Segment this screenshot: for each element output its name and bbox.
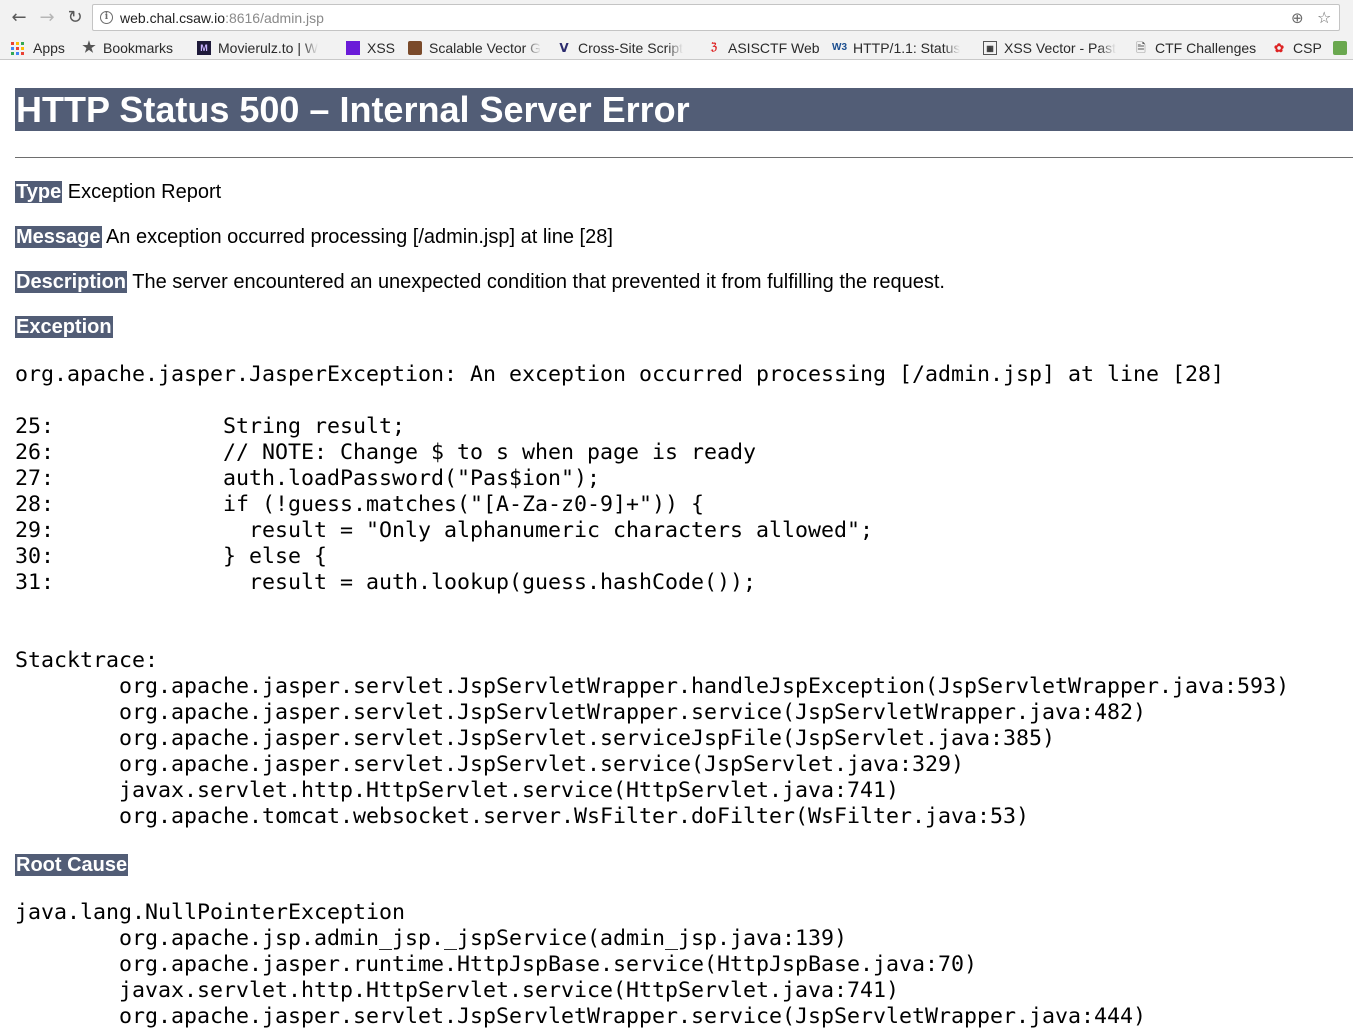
- url-text[interactable]: web.chal.csaw.io:8616/admin.jsp: [120, 10, 324, 26]
- bookmark-ctf-challenges[interactable]: 🗎 CTF Challenges: [1134, 38, 1256, 58]
- zoom-icon[interactable]: ⊕: [1291, 9, 1304, 27]
- bookmark-label: Cross-Site Script: [578, 40, 684, 56]
- type-label: Type: [15, 181, 63, 203]
- back-arrow-icon[interactable]: ←: [8, 7, 30, 29]
- description-label: Description: [15, 271, 128, 293]
- bookmark-bookmarks-folder[interactable]: ★ Bookmarks: [82, 38, 173, 58]
- csp-favicon-icon: ✿: [1273, 41, 1285, 55]
- browser-toolbar: ← → ↻ i web.chal.csaw.io:8616/admin.jsp …: [0, 0, 1353, 36]
- description-value: The server encountered an unexpected con…: [132, 271, 945, 293]
- bookmark-xss-vector[interactable]: ▦ XSS Vector - Past: [983, 38, 1119, 58]
- bookmark-http-status[interactable]: W3 HTTP/1.1: Status: [832, 38, 969, 58]
- bookmark-label: Apps: [33, 40, 65, 56]
- apps-grid-icon: [11, 41, 24, 55]
- url-path: :8616/admin.jsp: [225, 10, 324, 26]
- bookmark-label: Scalable Vector G: [429, 40, 542, 56]
- description-row: Description The server encountered an un…: [15, 270, 945, 294]
- divider: [15, 157, 1353, 158]
- bookmark-asisctf-web[interactable]: ℨ ASISCTF Web: [707, 38, 820, 58]
- extension-favicon-icon: [1333, 41, 1347, 55]
- bookmark-label: HTTP/1.1: Status: [853, 40, 961, 56]
- bookmark-movierulz[interactable]: M Movierulz.to | W: [197, 38, 332, 58]
- root-cause-stacktrace: java.lang.NullPointerException org.apach…: [15, 900, 1147, 1029]
- bookmark-label: CSP: [1293, 40, 1322, 56]
- bookmark-label: XSS: [367, 40, 396, 56]
- asis-favicon-icon: ℨ: [710, 42, 718, 53]
- address-bar[interactable]: i web.chal.csaw.io:8616/admin.jsp ⊕ ☆: [92, 4, 1340, 31]
- forward-arrow-icon[interactable]: →: [36, 7, 58, 29]
- url-host: web.chal.csaw.io: [120, 10, 226, 26]
- reload-icon[interactable]: ↻: [64, 7, 86, 29]
- exception-label: Exception: [15, 316, 113, 338]
- bookmark-label: CTF Challenges: [1155, 40, 1257, 56]
- type-value: Exception Report: [67, 181, 222, 203]
- bookmark-cross-site-scripting[interactable]: V Cross-Site Script: [557, 38, 693, 58]
- message-row: Message An exception occurred processing…: [15, 225, 613, 249]
- bookmarks-bar: Apps ★ Bookmarks M Movierulz.to | W XSS …: [0, 36, 1353, 60]
- message-value: An exception occurred processing [/admin…: [105, 226, 613, 248]
- bookmark-xss[interactable]: XSS: [346, 38, 395, 58]
- bookmark-apps[interactable]: Apps: [11, 38, 65, 58]
- bookmark-label: XSS Vector - Past: [1004, 40, 1117, 56]
- movierulz-favicon-icon: M: [197, 41, 211, 55]
- bookmark-label: ASISCTF Web: [728, 40, 820, 56]
- w3-favicon-icon: W3: [832, 42, 847, 53]
- page-content: HTTP Status 500 – Internal Server Error …: [15, 60, 1353, 1029]
- page-icon: 🗎: [1136, 41, 1146, 55]
- bookmark-star-icon[interactable]: ☆: [1317, 8, 1331, 27]
- bookmark-scalable-vector[interactable]: Scalable Vector G: [408, 38, 544, 58]
- bookmark-overflow[interactable]: [1333, 38, 1353, 58]
- xss-favicon-icon: [346, 41, 360, 55]
- type-row: Type Exception Report: [15, 180, 221, 204]
- bookmark-csp[interactable]: ✿ CSP: [1272, 38, 1322, 58]
- v-favicon-icon: V: [559, 41, 569, 55]
- page-title: HTTP Status 500 – Internal Server Error: [15, 88, 1353, 131]
- avatar-favicon-icon: [408, 41, 422, 55]
- site-info-icon[interactable]: i: [100, 11, 113, 24]
- root-cause-label: Root Cause: [15, 854, 129, 876]
- star-icon: ★: [82, 39, 96, 56]
- grid-favicon-icon: ▦: [983, 41, 997, 55]
- exception-heading: Exception: [15, 315, 113, 339]
- bookmark-label: Bookmarks: [103, 40, 174, 56]
- root-cause-heading: Root Cause: [15, 853, 129, 877]
- message-label: Message: [15, 226, 102, 248]
- bookmark-label: Movierulz.to | W: [218, 40, 319, 56]
- exception-stacktrace: org.apache.jasper.JasperException: An ex…: [15, 362, 1290, 829]
